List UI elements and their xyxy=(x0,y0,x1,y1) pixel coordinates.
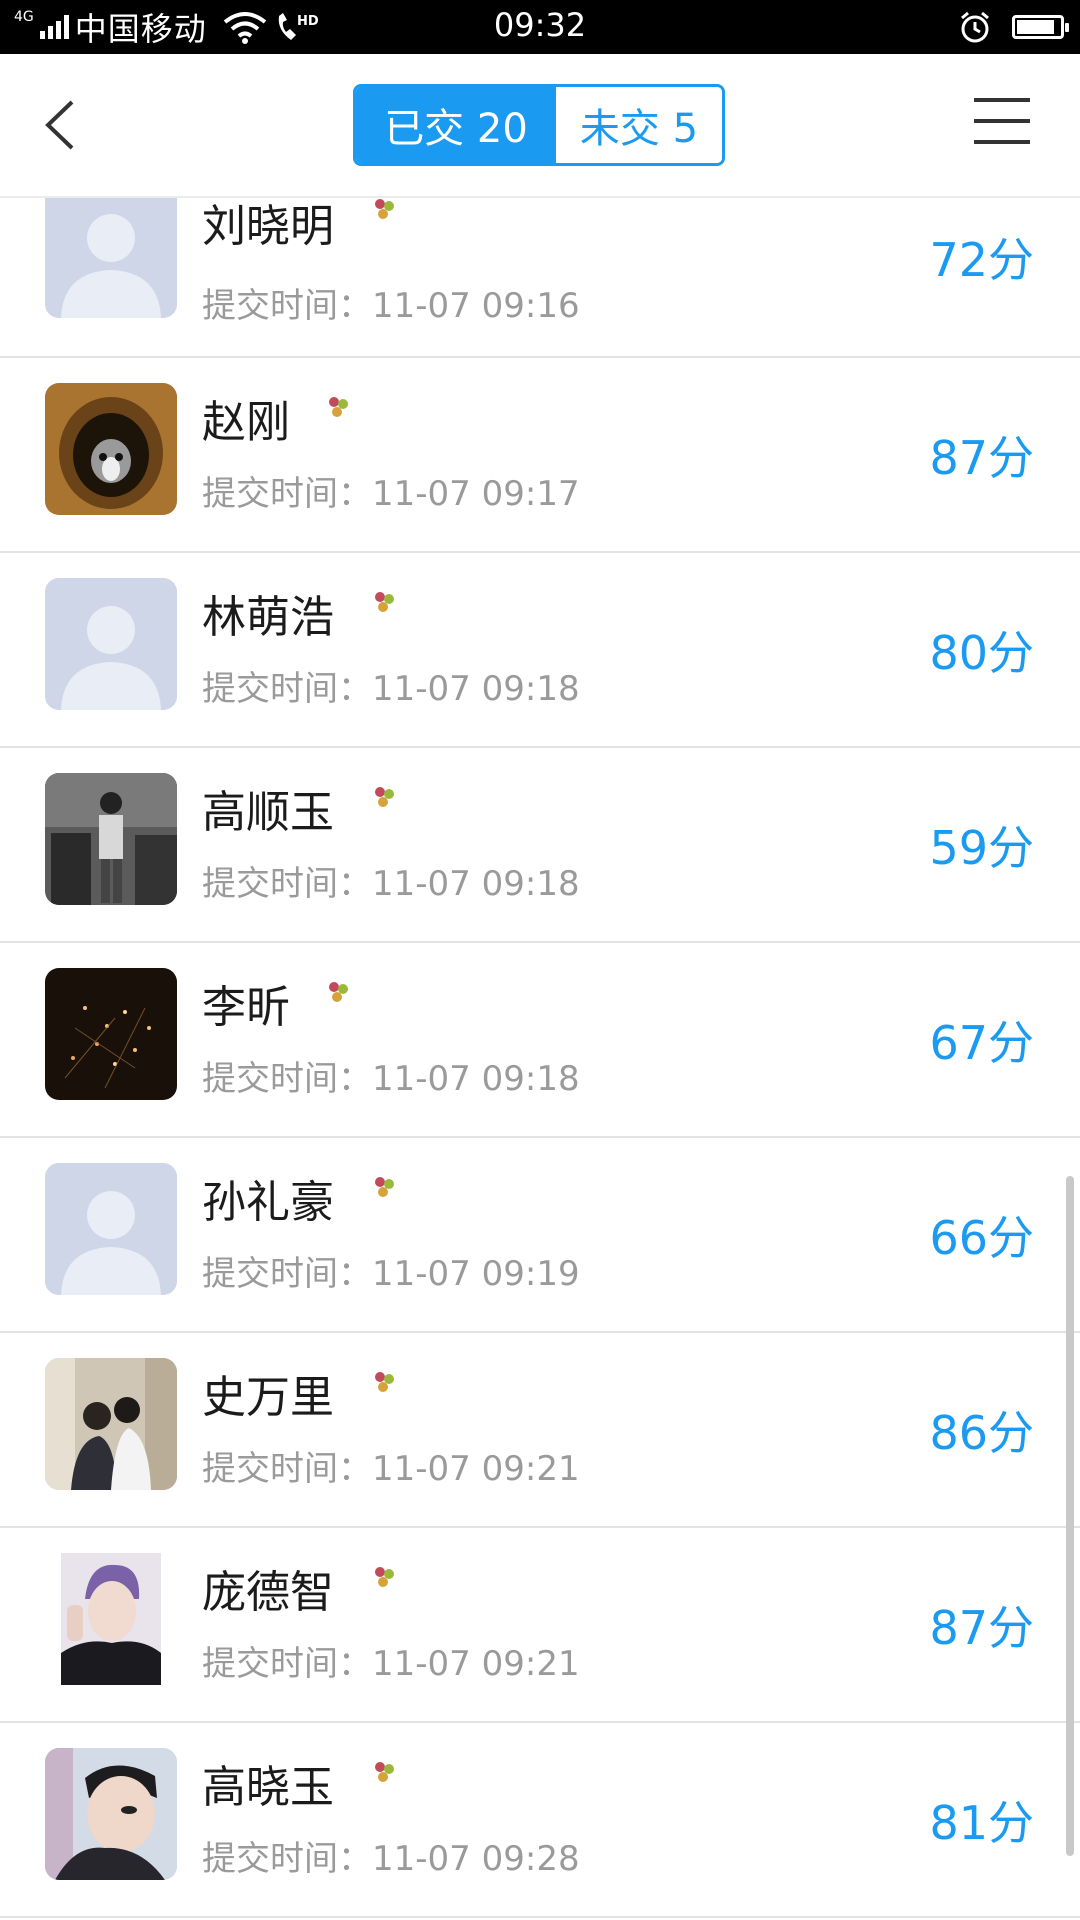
menu-button[interactable] xyxy=(974,98,1030,144)
student-list: 刘晓明 提交时间：11-07 09:16 72分 赵刚 提交时间：11-07 0… xyxy=(0,186,1080,1918)
student-row[interactable]: 李昕 提交时间：11-07 09:18 67分 xyxy=(0,943,1080,1138)
menu-icon-line xyxy=(974,119,1030,123)
student-name: 高顺玉 xyxy=(202,787,334,838)
submit-time: 提交时间：11-07 09:18 xyxy=(202,669,580,709)
submit-time: 提交时间：11-07 09:18 xyxy=(202,1059,580,1099)
status-time: 09:32 xyxy=(493,6,587,44)
student-row[interactable]: 史万里 提交时间：11-07 09:21 86分 xyxy=(0,1333,1080,1528)
student-name: 庞德智 xyxy=(202,1567,334,1618)
student-name: 刘晓明 xyxy=(202,201,334,252)
submit-time: 提交时间：11-07 09:17 xyxy=(202,474,580,514)
flower-icon xyxy=(375,1762,394,1782)
submit-time: 提交时间：11-07 09:19 xyxy=(202,1254,580,1294)
student-name: 林萌浩 xyxy=(202,592,334,643)
battery-icon xyxy=(1012,15,1069,39)
menu-icon-line xyxy=(974,140,1030,144)
screen: 4G 中国移动 HD 09:32 已交 20 未交 5 刘晓明 提交时间：11-… xyxy=(0,0,1080,1920)
avatar-photo xyxy=(45,1748,177,1880)
submission-tabs: 已交 20 未交 5 xyxy=(353,84,725,166)
status-right xyxy=(958,8,1069,46)
student-name: 史万里 xyxy=(202,1372,334,1423)
header-bar: 已交 20 未交 5 xyxy=(0,54,1080,198)
student-name: 孙礼豪 xyxy=(202,1177,334,1228)
chevron-left-icon xyxy=(45,100,74,150)
avatar-default xyxy=(45,1163,177,1295)
score: 66分 xyxy=(929,1211,1034,1265)
status-bar: 4G 中国移动 HD 09:32 xyxy=(0,0,1080,54)
student-row[interactable]: 刘晓明 提交时间：11-07 09:16 72分 xyxy=(0,186,1080,358)
flower-icon xyxy=(375,787,394,807)
avatar-photo xyxy=(45,773,177,905)
back-button[interactable] xyxy=(36,92,96,158)
scrollbar[interactable] xyxy=(1066,1176,1074,1856)
student-row[interactable]: 赵刚 提交时间：11-07 09:17 87分 xyxy=(0,358,1080,553)
student-name: 高晓玉 xyxy=(202,1762,334,1813)
avatar-photo xyxy=(45,1358,177,1490)
avatar-default xyxy=(45,578,177,710)
score: 80分 xyxy=(929,626,1034,680)
submit-time: 提交时间：11-07 09:28 xyxy=(202,1839,580,1879)
student-row[interactable]: 林萌浩 提交时间：11-07 09:18 80分 xyxy=(0,553,1080,748)
submit-time: 提交时间：11-07 09:18 xyxy=(202,864,580,904)
score: 81分 xyxy=(929,1796,1034,1850)
score: 87分 xyxy=(929,431,1034,485)
avatar-sparkle xyxy=(45,968,177,1100)
flower-icon xyxy=(329,397,348,417)
score: 87分 xyxy=(929,1601,1034,1655)
flower-icon xyxy=(375,1567,394,1587)
avatar-cat xyxy=(45,383,177,515)
student-name: 赵刚 xyxy=(202,397,290,448)
student-row[interactable]: 庞德智 提交时间：11-07 09:21 87分 xyxy=(0,1528,1080,1723)
flower-icon xyxy=(329,982,348,1002)
avatar-default xyxy=(45,186,177,318)
student-row[interactable]: 高顺玉 提交时间：11-07 09:18 59分 xyxy=(0,748,1080,943)
flower-icon xyxy=(375,1177,394,1197)
student-name: 李昕 xyxy=(202,982,290,1033)
student-row[interactable]: 高晓玉 提交时间：11-07 09:28 81分 xyxy=(0,1723,1080,1918)
submit-time: 提交时间：11-07 09:21 xyxy=(202,1644,580,1684)
flower-icon xyxy=(375,1372,394,1392)
submit-time: 提交时间：11-07 09:21 xyxy=(202,1449,580,1489)
submit-time: 提交时间：11-07 09:16 xyxy=(202,286,580,326)
menu-icon-line xyxy=(974,98,1030,102)
flower-icon xyxy=(375,199,394,219)
alarm-icon xyxy=(961,11,989,43)
flower-icon xyxy=(375,592,394,612)
score: 59分 xyxy=(929,821,1034,875)
score: 86分 xyxy=(929,1406,1034,1460)
score: 72分 xyxy=(929,233,1034,287)
student-row[interactable]: 孙礼豪 提交时间：11-07 09:19 66分 xyxy=(0,1138,1080,1333)
tab-not-submitted[interactable]: 未交 5 xyxy=(556,87,722,163)
tab-submitted[interactable]: 已交 20 xyxy=(356,87,556,163)
score: 67分 xyxy=(929,1016,1034,1070)
avatar-photo xyxy=(45,1553,177,1685)
